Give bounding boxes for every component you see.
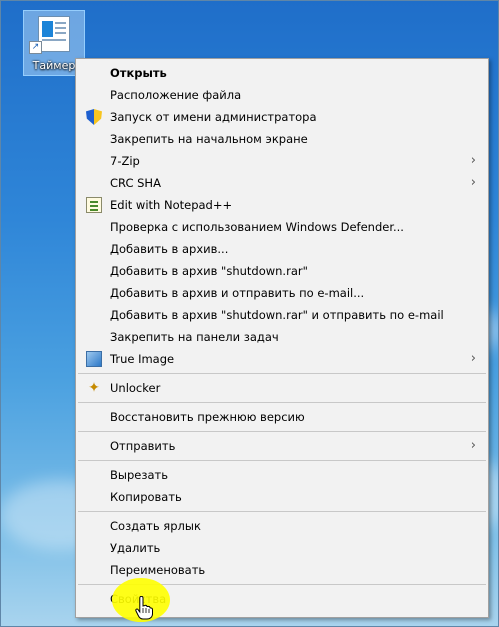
winrar-icon <box>86 263 102 279</box>
winrar-icon <box>86 241 102 257</box>
chevron-right-icon: › <box>470 153 476 168</box>
menu-item-5-0[interactable]: Создать ярлык <box>76 515 488 537</box>
menu-item-label: Edit with Notepad++ <box>110 198 233 212</box>
menu-item-4-0[interactable]: Вырезать <box>76 464 488 486</box>
menu-item-label: Переименовать <box>110 563 206 577</box>
menu-separator <box>78 460 486 461</box>
menu-item-0-12[interactable]: Закрепить на панели задач <box>76 326 488 348</box>
menu-item-label: Проверка с использованием Windows Defend… <box>110 220 404 234</box>
menu-item-label: 7-Zip <box>110 154 140 168</box>
unlocker-wand-icon: ✦ <box>88 380 100 396</box>
uac-shield-icon <box>86 109 102 125</box>
menu-item-label: Восстановить прежнюю версию <box>110 410 305 424</box>
menu-item-label: Unlocker <box>110 381 161 395</box>
menu-item-2-0[interactable]: Восстановить прежнюю версию <box>76 406 488 428</box>
menu-item-3-0[interactable]: Отправить › <box>76 435 488 457</box>
chevron-right-icon: › <box>470 175 476 190</box>
menu-item-0-5[interactable]: CRC SHA › <box>76 172 488 194</box>
winrar-icon <box>86 307 102 323</box>
menu-item-0-2[interactable]: Запуск от имени администратора <box>76 106 488 128</box>
chevron-right-icon: › <box>470 438 476 453</box>
shortcut-arrow-icon: ↗ <box>29 41 42 54</box>
menu-separator <box>78 431 486 432</box>
menu-item-0-1[interactable]: Расположение файла <box>76 84 488 106</box>
menu-item-4-1[interactable]: Копировать <box>76 486 488 508</box>
menu-item-label: Добавить в архив "shutdown.rar" и отправ… <box>110 308 444 322</box>
document-icon <box>38 16 70 52</box>
menu-item-label: Вырезать <box>110 468 168 482</box>
menu-item-label: Закрепить на панели задач <box>110 330 279 344</box>
menu-item-label: Удалить <box>110 541 161 555</box>
menu-item-1-0[interactable]: ✦ Unlocker <box>76 377 488 399</box>
menu-separator <box>78 511 486 512</box>
menu-item-label: Добавить в архив и отправить по e-mail..… <box>110 286 365 300</box>
menu-item-label: Запуск от имени администратора <box>110 110 317 124</box>
menu-item-label: True Image <box>110 352 175 366</box>
notepad-plus-plus-icon <box>86 197 102 213</box>
menu-item-0-11[interactable]: Добавить в архив "shutdown.rar" и отправ… <box>76 304 488 326</box>
winrar-icon <box>86 285 102 301</box>
menu-item-label: Открыть <box>110 66 167 80</box>
menu-item-label: Отправить <box>110 439 176 453</box>
menu-item-0-13[interactable]: True Image › <box>76 348 488 370</box>
menu-item-label: Добавить в архив... <box>110 242 229 256</box>
hand-cursor-icon <box>135 596 153 620</box>
menu-separator <box>78 373 486 374</box>
menu-item-0-6[interactable]: Edit with Notepad++ <box>76 194 488 216</box>
menu-item-0-0[interactable]: Открыть <box>76 62 488 84</box>
menu-item-label: Создать ярлык <box>110 519 201 533</box>
chevron-right-icon: › <box>470 351 476 366</box>
menu-item-0-9[interactable]: Добавить в архив "shutdown.rar" <box>76 260 488 282</box>
menu-item-0-3[interactable]: Закрепить на начальном экране <box>76 128 488 150</box>
menu-item-0-7[interactable]: Проверка с использованием Windows Defend… <box>76 216 488 238</box>
menu-item-label: Расположение файла <box>110 88 242 102</box>
menu-item-0-4[interactable]: 7-Zip › <box>76 150 488 172</box>
menu-item-label: Копировать <box>110 490 182 504</box>
context-menu: Открыть Расположение файла Запуск от имени… <box>75 58 489 618</box>
menu-item-0-10[interactable]: Добавить в архив и отправить по e-mail..… <box>76 282 488 304</box>
menu-separator <box>78 402 486 403</box>
menu-item-5-1[interactable]: Удалить <box>76 537 488 559</box>
menu-item-label: Добавить в архив "shutdown.rar" <box>110 264 308 278</box>
true-image-icon <box>86 351 102 367</box>
menu-item-0-8[interactable]: Добавить в архив... <box>76 238 488 260</box>
menu-item-label: CRC SHA <box>110 176 161 190</box>
menu-item-label: Закрепить на начальном экране <box>110 132 308 146</box>
